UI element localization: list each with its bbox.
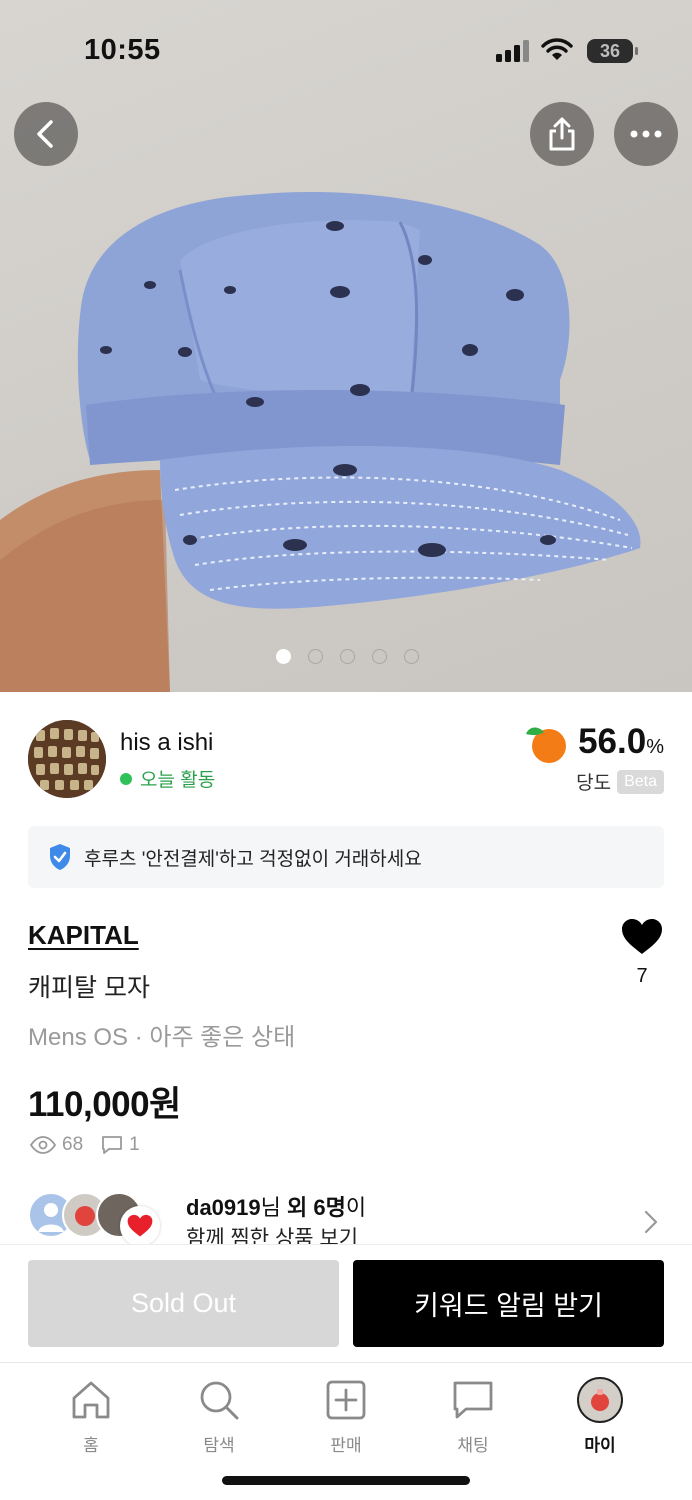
avatar-stack xyxy=(28,1192,178,1246)
keyword-alert-button[interactable]: 키워드 알림 받기 xyxy=(353,1260,664,1347)
seller-avatar-image xyxy=(28,720,106,798)
comment-icon xyxy=(102,1136,123,1154)
together-suffix-b: 이 xyxy=(345,1195,367,1220)
tab-label: 판매 xyxy=(330,1436,362,1455)
activity-label: 오늘 활동 xyxy=(140,770,216,791)
clock: 10:55 xyxy=(84,34,161,66)
together-others: 외 6명 xyxy=(286,1195,346,1220)
sweetness-label-row: 당도 Beta xyxy=(576,768,664,795)
peach-icon xyxy=(526,727,567,763)
profile-avatar-icon xyxy=(577,1377,623,1423)
heart-icon xyxy=(622,919,662,954)
search-icon xyxy=(200,1381,239,1420)
eye-icon xyxy=(30,1136,56,1154)
back-button[interactable] xyxy=(14,102,78,166)
sweetness-score[interactable]: 56.0% xyxy=(524,720,664,764)
wifi-icon xyxy=(541,38,573,60)
chevron-right-icon xyxy=(644,1210,658,1234)
carousel-dot[interactable] xyxy=(372,649,387,664)
status-bar: 10:55 36 xyxy=(0,0,692,100)
carousel-dot[interactable] xyxy=(276,649,291,664)
chat-icon xyxy=(453,1381,493,1419)
product-title: 캐피탈 모자 xyxy=(28,974,150,1002)
wishlist-together-row[interactable]: da0919님 외 6명이 함께 찜한 상품 보기 xyxy=(0,1180,692,1250)
carousel-dot[interactable] xyxy=(340,649,355,664)
more-icon xyxy=(630,130,662,138)
add-square-icon xyxy=(326,1380,366,1420)
carousel-dot[interactable] xyxy=(404,649,419,664)
tab-label: 마이 xyxy=(584,1436,616,1455)
battery-level: 36 xyxy=(599,41,621,61)
tab-home[interactable]: 홈 xyxy=(41,1377,141,1456)
score-unit: % xyxy=(646,736,664,758)
sold-out-button[interactable]: Sold Out xyxy=(28,1260,339,1347)
tab-label: 홈 xyxy=(83,1436,99,1455)
together-suffix-a: 님 xyxy=(260,1195,287,1220)
seller-section[interactable]: his a ishi 오늘 활동 56.0% 당도 Beta xyxy=(0,692,692,812)
tab-my[interactable]: 마이 xyxy=(550,1377,650,1456)
safe-payment-banner[interactable]: 후루츠 '안전결제'하고 걱정없이 거래하세요 xyxy=(28,826,664,888)
product-image-carousel[interactable]: 10:55 36 xyxy=(0,0,692,692)
seller-name[interactable]: his a ishi xyxy=(120,729,213,757)
share-icon xyxy=(549,117,575,151)
product-size-condition: Mens OS · 아주 좋은 상태 xyxy=(28,1024,296,1051)
tab-label: 채팅 xyxy=(457,1436,489,1455)
seller-avatar[interactable] xyxy=(28,720,106,798)
activity-status: 오늘 활동 xyxy=(120,765,215,792)
comment-count: 1 xyxy=(129,1134,140,1155)
tab-explore[interactable]: 탐색 xyxy=(169,1377,269,1456)
signal-icon xyxy=(496,40,529,62)
heart-badge-icon xyxy=(120,1206,160,1246)
beta-badge: Beta xyxy=(617,769,664,794)
tab-sell[interactable]: 판매 xyxy=(296,1377,396,1456)
product-photo xyxy=(0,192,641,692)
together-user: da0919 xyxy=(186,1195,261,1220)
share-button[interactable] xyxy=(530,102,594,166)
product-price: 110,000원 xyxy=(28,1085,181,1124)
shield-check-icon xyxy=(50,844,70,870)
like-count: 7 xyxy=(636,965,648,987)
product-stats: 68 1 xyxy=(30,1134,140,1156)
score-value: 56.0 xyxy=(578,722,647,761)
tab-label: 탐색 xyxy=(203,1436,235,1455)
home-indicator xyxy=(222,1476,470,1485)
battery-icon: 36 xyxy=(587,39,638,63)
brand-link[interactable]: KAPITAL xyxy=(28,920,139,951)
back-icon xyxy=(37,120,53,148)
sweetness-label: 당도 xyxy=(576,773,612,794)
tab-chat[interactable]: 채팅 xyxy=(423,1377,523,1456)
view-count: 68 xyxy=(62,1134,84,1155)
together-summary: da0919님 외 6명이 xyxy=(186,1190,366,1222)
online-dot-icon xyxy=(120,772,132,785)
safe-payment-text: 후루츠 '안전결제'하고 걱정없이 거래하세요 xyxy=(84,848,422,870)
home-icon xyxy=(72,1381,110,1419)
more-options-button[interactable] xyxy=(614,102,678,166)
carousel-dot[interactable] xyxy=(308,649,323,664)
bottom-action-bar: Sold Out 키워드 알림 받기 xyxy=(0,1244,692,1362)
like-button[interactable]: 7 xyxy=(620,918,664,988)
carousel-pagination xyxy=(276,649,419,664)
